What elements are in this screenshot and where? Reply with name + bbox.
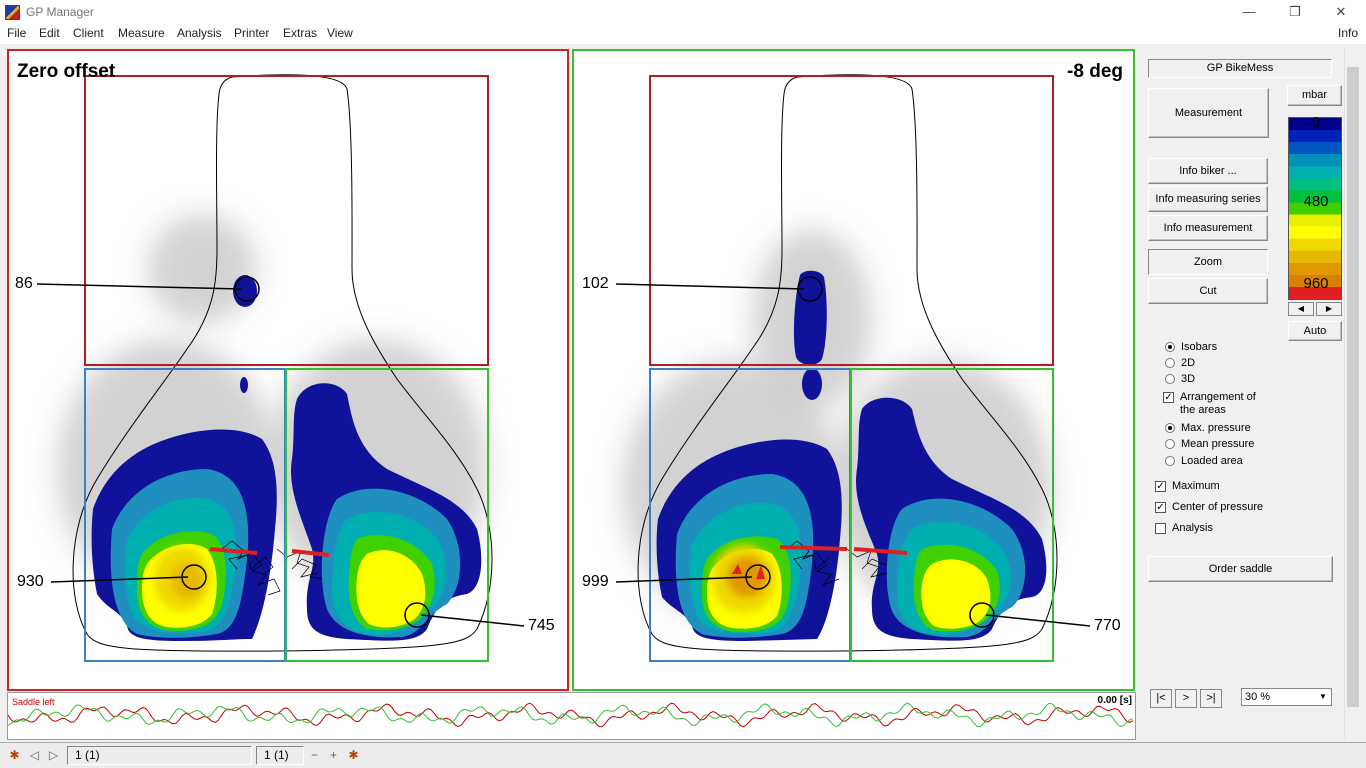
option-3d[interactable]: 3D: [1165, 373, 1195, 385]
check-maximum[interactable]: ✓ Maximum: [1155, 480, 1220, 492]
trace-label: Saddle left: [12, 697, 55, 707]
menu-info[interactable]: Info: [1338, 26, 1358, 40]
app-icon: [5, 5, 20, 20]
minus-icon[interactable]: −: [306, 747, 323, 764]
pressure-map-left[interactable]: Zero offset 86 930 745: [7, 49, 569, 691]
restore-icon[interactable]: ❐: [1272, 0, 1318, 24]
pressure-map-left-svg: [7, 49, 569, 691]
info-biker-button[interactable]: Info biker ...: [1148, 158, 1268, 184]
plus-icon[interactable]: +: [325, 747, 342, 764]
option-max-pressure[interactable]: Max. pressure: [1165, 422, 1251, 434]
menu-edit[interactable]: Edit: [39, 26, 60, 40]
option-2d[interactable]: 2D: [1165, 357, 1195, 369]
pressure-map-right[interactable]: -8 deg 102 999 770: [572, 49, 1135, 691]
color-scale-tick-0: 0: [1311, 114, 1321, 131]
checkbox-checked-icon: ✓: [1155, 481, 1166, 492]
status-frame-left: 1 (1): [67, 746, 252, 765]
first-frame-button[interactable]: |<: [1150, 689, 1172, 708]
option-label: Loaded area: [1181, 455, 1243, 467]
value-left-area-left: 930: [17, 573, 44, 590]
window-title: GP Manager: [26, 5, 94, 19]
radio-icon: [1165, 456, 1175, 466]
menu-bar: File Edit Client Measure Analysis Printe…: [0, 24, 1366, 44]
menu-measure[interactable]: Measure: [118, 26, 165, 40]
close-icon[interactable]: ✕: [1318, 0, 1364, 24]
menu-printer[interactable]: Printer: [234, 26, 269, 40]
menu-view[interactable]: View: [327, 26, 353, 40]
contour-layer-orange: [712, 545, 776, 613]
color-scale-tick-960: 960: [1303, 275, 1329, 292]
next-frame-button[interactable]: >: [1175, 689, 1197, 708]
cut-button[interactable]: Cut: [1148, 278, 1268, 304]
menu-file[interactable]: File: [7, 26, 26, 40]
previous-icon[interactable]: ◁: [26, 747, 43, 764]
order-saddle-button[interactable]: Order saddle: [1148, 556, 1333, 582]
zoom-value: 30 %: [1245, 691, 1271, 703]
auto-scale-button[interactable]: Auto: [1288, 321, 1342, 341]
cop-line-left: [779, 545, 848, 551]
vertical-scrollbar[interactable]: [1344, 49, 1361, 738]
unit-button[interactable]: mbar: [1287, 85, 1342, 106]
pressure-trace-panel[interactable]: Saddle left 0.00 [s]: [7, 692, 1136, 740]
check-analysis[interactable]: Analysis: [1155, 522, 1213, 534]
check-center-of-pressure[interactable]: ✓ Center of pressure: [1155, 501, 1263, 513]
value-right-area-left: 745: [528, 617, 555, 634]
minimize-icon[interactable]: —: [1226, 0, 1272, 24]
panel-title-left: Zero offset: [17, 61, 116, 82]
trace-time: 0.00 [s]: [1097, 695, 1132, 706]
status-frame-right: 1 (1): [256, 746, 304, 765]
option-arrangement[interactable]: ✓ Arrangement of the areas: [1163, 391, 1273, 417]
radio-icon: [1165, 342, 1175, 352]
option-label: 2D: [1181, 357, 1196, 369]
value-nose-right: 102: [582, 275, 609, 292]
checkbox-icon: [1155, 523, 1166, 534]
option-label: Analysis: [1172, 522, 1213, 534]
info-measuring-series-button[interactable]: Info measuring series: [1148, 186, 1268, 212]
value-nose-left: 86: [15, 275, 33, 292]
radio-icon: [1165, 439, 1175, 449]
value-left-area-right: 999: [582, 573, 609, 590]
chevron-down-icon: ▼: [1319, 692, 1327, 701]
measurement-button[interactable]: Measurement: [1148, 88, 1269, 138]
option-loaded-area[interactable]: Loaded area: [1165, 455, 1243, 467]
option-label: Maximum: [1172, 480, 1220, 492]
status-bar: ✱ ◁ ▷ 1 (1) 1 (1) − + ✱: [0, 742, 1366, 768]
trace-graph: [8, 702, 1134, 728]
scale-left-arrow-icon[interactable]: ◀: [1288, 302, 1314, 316]
last-frame-button[interactable]: >|: [1200, 689, 1222, 708]
menu-extras[interactable]: Extras: [283, 26, 317, 40]
option-label: Center of pressure: [1172, 501, 1264, 513]
radio-icon: [1165, 374, 1175, 384]
menu-client[interactable]: Client: [73, 26, 104, 40]
pressure-map-right-svg: [572, 49, 1135, 691]
checkbox-checked-icon: ✓: [1163, 392, 1174, 403]
option-label: Isobars: [1181, 341, 1218, 353]
value-right-area-right: 770: [1094, 617, 1121, 634]
menu-analysis[interactable]: Analysis: [177, 26, 222, 40]
scale-right-arrow-icon[interactable]: ▶: [1316, 302, 1342, 316]
trace-line: [8, 702, 1134, 728]
option-label: 3D: [1181, 373, 1196, 385]
option-isobars[interactable]: Isobars: [1165, 341, 1217, 353]
add-icon[interactable]: ✱: [345, 747, 362, 764]
radio-icon: [1165, 423, 1175, 433]
option-label: Max. pressure: [1181, 422, 1251, 434]
scrollbar-thumb[interactable]: [1347, 67, 1359, 707]
color-scale-bar: 0 480 960: [1288, 114, 1342, 300]
next-icon[interactable]: ▷: [45, 747, 62, 764]
zoom-button[interactable]: Zoom: [1148, 249, 1268, 275]
device-label: GP BikeMess: [1148, 59, 1332, 78]
checkbox-checked-icon: ✓: [1155, 502, 1166, 513]
option-mean-pressure[interactable]: Mean pressure: [1165, 438, 1254, 450]
option-label: Mean pressure: [1181, 438, 1255, 450]
option-label: Arrangement of the areas: [1180, 391, 1256, 416]
info-measurement-button[interactable]: Info measurement: [1148, 215, 1268, 241]
pressure-halo: [147, 214, 257, 324]
zoom-select[interactable]: 30 % ▼: [1241, 688, 1332, 706]
title-bar: GP Manager — ❐ ✕: [0, 0, 1366, 24]
panel-title-right: -8 deg: [1067, 61, 1123, 82]
new-icon[interactable]: ✱: [6, 747, 23, 764]
radio-icon: [1165, 358, 1175, 368]
color-scale-tick-480: 480: [1303, 193, 1329, 210]
